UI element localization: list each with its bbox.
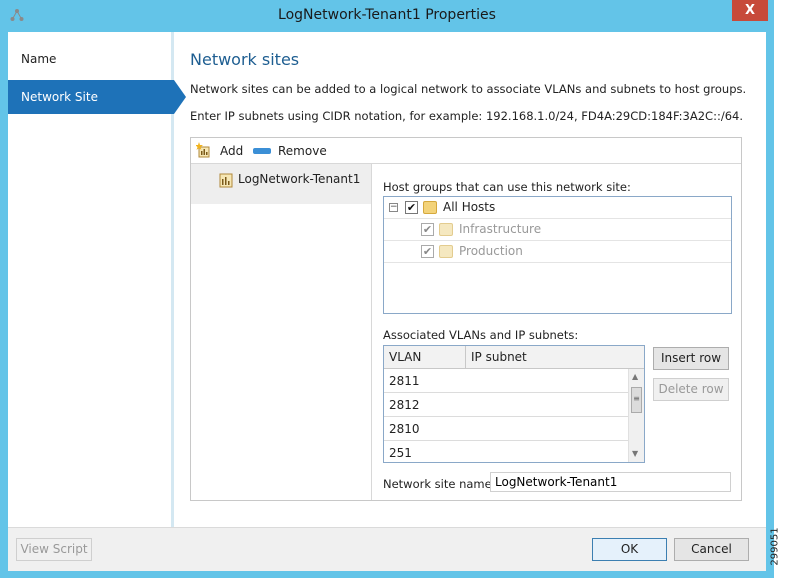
vlans-label: Associated VLANs and IP subnets: <box>383 328 579 342</box>
column-header-ip-subnet[interactable]: IP subnet <box>466 346 644 368</box>
site-label: LogNetwork-Tenant1 <box>238 172 361 186</box>
remove-icon[interactable] <box>253 148 271 154</box>
figure-id: 299051 <box>770 525 787 575</box>
close-button[interactable]: X <box>732 0 768 21</box>
host-group-label: Infrastructure <box>459 222 542 236</box>
description-text: Network sites can be added to a logical … <box>190 82 747 96</box>
main-content: Network sites Network sites can be added… <box>190 32 760 527</box>
site-name-input[interactable] <box>490 472 731 492</box>
sidebar-item-name[interactable]: Name <box>8 42 174 76</box>
table-row[interactable]: 2811 <box>384 369 628 393</box>
insert-row-button[interactable]: Insert row <box>653 347 729 370</box>
all-hosts-checkbox[interactable]: ✔ <box>405 201 418 214</box>
vlan-subnet-grid[interactable]: VLAN IP subnet 2811 2812 2810 251 ▲ ≡ ▼ <box>383 345 645 463</box>
sidebar-item-network-site[interactable]: Network Site <box>8 80 186 114</box>
tree-row-production[interactable]: ✔ Production <box>384 241 731 263</box>
vlan-cell[interactable]: 2812 <box>389 398 420 412</box>
delete-row-button[interactable]: Delete row <box>653 378 729 401</box>
host-group-label: Production <box>459 244 523 258</box>
grid-header: VLAN IP subnet <box>384 346 644 369</box>
collapse-icon[interactable]: − <box>389 203 398 212</box>
production-checkbox[interactable]: ✔ <box>421 245 434 258</box>
sidebar-item-label: Network Site <box>21 90 98 104</box>
list-item-network-site[interactable]: LogNetwork-Tenant1 <box>191 164 371 204</box>
scroll-thumb[interactable]: ≡ <box>631 387 642 413</box>
sidebar-item-label: Name <box>21 52 57 66</box>
network-site-list: LogNetwork-Tenant1 <box>191 164 372 500</box>
page-title: Network sites <box>190 50 300 69</box>
tree-row-infrastructure[interactable]: ✔ Infrastructure <box>384 219 731 241</box>
title-bar[interactable]: LogNetwork-Tenant1 Properties X <box>0 0 774 32</box>
vlan-cell[interactable]: 251 <box>389 446 412 460</box>
host-group-folder-icon <box>439 245 453 258</box>
host-groups-tree[interactable]: − ✔ All Hosts ✔ Infrastructure ✔ Product… <box>383 196 732 314</box>
vlan-cell[interactable]: 2811 <box>389 374 420 388</box>
dialog-footer: View Script OK Cancel <box>8 527 766 571</box>
properties-window: LogNetwork-Tenant1 Properties X Name Net… <box>0 0 774 578</box>
scroll-down-icon[interactable]: ▼ <box>632 449 638 458</box>
ok-button[interactable]: OK <box>592 538 667 561</box>
table-row[interactable]: 251 <box>384 441 628 462</box>
dialog-client-area: Name Network Site Network sites Network … <box>8 32 766 571</box>
window-title: LogNetwork-Tenant1 Properties <box>278 7 496 23</box>
figure-id-text: 299051 <box>769 527 781 566</box>
network-site-icon <box>219 173 233 188</box>
add-site-icon[interactable] <box>196 142 212 158</box>
view-script-button[interactable]: View Script <box>16 538 92 561</box>
sites-toolbar: Add Remove <box>191 138 741 164</box>
host-group-label: All Hosts <box>443 200 496 214</box>
column-header-vlan[interactable]: VLAN <box>384 346 466 368</box>
active-item-arrow <box>174 80 186 114</box>
host-group-folder-icon <box>423 201 437 214</box>
infrastructure-checkbox[interactable]: ✔ <box>421 223 434 236</box>
vlan-cell[interactable]: 2810 <box>389 422 420 436</box>
sidebar: Name Network Site <box>8 32 186 527</box>
cancel-button[interactable]: Cancel <box>674 538 749 561</box>
table-row[interactable]: 2812 <box>384 393 628 417</box>
remove-button[interactable]: Remove <box>278 144 327 158</box>
table-row[interactable]: 2810 <box>384 417 628 441</box>
host-groups-label: Host groups that can use this network si… <box>383 180 631 194</box>
site-name-label: Network site name: <box>383 477 496 491</box>
scroll-up-icon[interactable]: ▲ <box>632 372 638 381</box>
tree-row-all-hosts[interactable]: − ✔ All Hosts <box>384 197 731 219</box>
grid-scrollbar[interactable]: ▲ ≡ ▼ <box>628 369 644 462</box>
cidr-hint-text: Enter IP subnets using CIDR notation, fo… <box>190 109 743 123</box>
host-group-folder-icon <box>439 223 453 236</box>
network-sites-panel: Add Remove LogNetwork-Tenant1 Host group… <box>190 137 742 501</box>
add-button[interactable]: Add <box>220 144 243 158</box>
